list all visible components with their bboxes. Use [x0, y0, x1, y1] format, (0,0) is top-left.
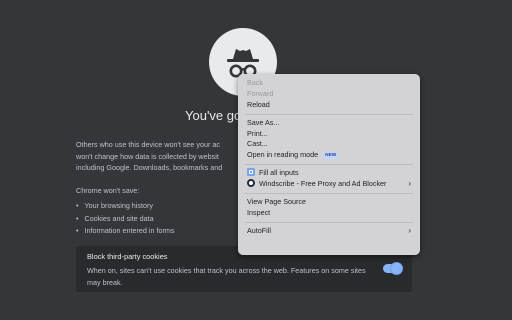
menu-item-reading-mode[interactable]: Open in reading mode NEW [243, 150, 415, 161]
menu-item-fill-all-inputs[interactable]: Fill all inputs [243, 168, 415, 179]
wont-save-list: Your browsing history Cookies and site d… [76, 200, 175, 238]
list-item: Your browsing history [76, 200, 174, 213]
menu-separator [245, 113, 413, 115]
reading-mode-label: Open in reading mode [247, 150, 319, 160]
chevron-right-icon: › [408, 179, 411, 189]
menu-item-back[interactable]: Back [243, 78, 415, 89]
cookie-card-description: When on, sites can't use cookies that tr… [87, 266, 366, 287]
chevron-right-icon: › [408, 225, 411, 235]
incognito-description: Others who use this device won't see you… [76, 140, 223, 172]
menu-item-reload[interactable]: Reload [243, 100, 415, 111]
menu-separator [245, 193, 413, 195]
menu-item-cast[interactable]: Cast... [243, 139, 415, 150]
windscribe-label: Windscribe - Free Proxy and Ad Blocker [259, 179, 387, 189]
menu-item-windscribe[interactable]: Windscribe - Free Proxy and Ad Blocker › [243, 179, 415, 190]
menu-separator [245, 221, 413, 223]
page-heading: You've go [185, 108, 242, 123]
menu-item-inspect[interactable]: Inspect [243, 208, 415, 219]
list-item: Information entered in forms [76, 225, 175, 238]
wont-save-title: Chrome won't save: [76, 186, 140, 195]
menu-separator [245, 164, 413, 166]
autofill-label: AutoFill [247, 225, 271, 235]
menu-item-forward[interactable]: Forward [243, 89, 415, 100]
menu-item-save-as[interactable]: Save As... [243, 118, 415, 129]
toggle-knob [391, 263, 402, 274]
list-item: Cookies and site data [76, 213, 174, 226]
menu-item-autofill[interactable]: AutoFill › [243, 226, 415, 237]
menu-item-view-source[interactable]: View Page Source [243, 197, 415, 208]
fill-inputs-icon [247, 168, 255, 177]
windscribe-icon [247, 179, 255, 188]
new-badge: NEW [322, 152, 340, 160]
block-cookies-toggle[interactable] [383, 263, 402, 274]
fill-all-label: Fill all inputs [259, 168, 299, 178]
context-menu: Back Forward Reload Save As... Print... … [238, 74, 420, 255]
menu-item-print[interactable]: Print... [243, 129, 415, 140]
